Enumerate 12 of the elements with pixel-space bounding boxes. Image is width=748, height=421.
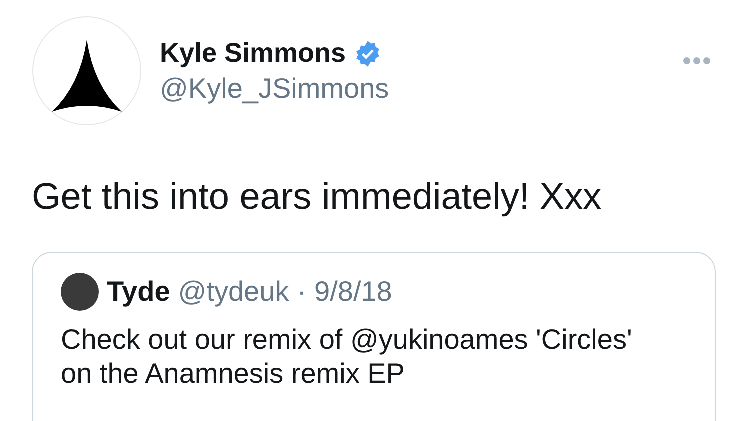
more-options-icon[interactable] [682, 56, 712, 66]
quoted-tweet-card[interactable]: Tyde @tydeuk · 9/8/18 Check out our remix of @yukinoames 'Circles' on the Anamnesis remix EP [32, 252, 716, 421]
author-name: Kyle Simmons [160, 38, 346, 69]
avatar-logo-icon [32, 16, 142, 126]
author-handle: @Kyle_JSimmons [160, 73, 390, 105]
tweet-text: Get this into ears immediately! Xxx [32, 176, 603, 218]
quoted-avatar-placeholder [61, 273, 99, 311]
quoted-author-handle: @tydeuk [178, 276, 290, 308]
quoted-date: 9/8/18 [314, 276, 392, 308]
separator-dot: · [297, 276, 307, 308]
quoted-tweet-text: Check out our remix of @yukinoames 'Circles' on the Anamnesis remix EP [61, 323, 634, 391]
quoted-author-name: Tyde [107, 276, 170, 308]
